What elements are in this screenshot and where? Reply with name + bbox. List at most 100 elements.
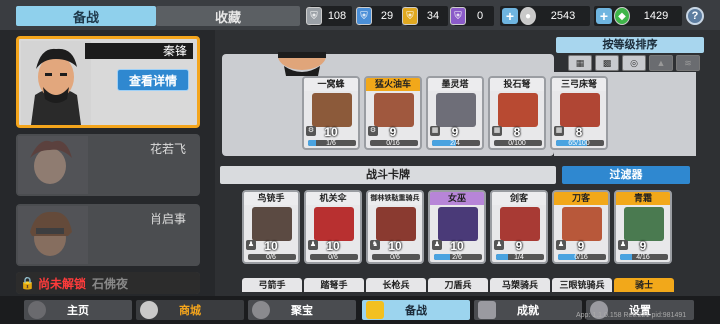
help-icon[interactable]: ?: [686, 7, 704, 25]
tower-filter-icon[interactable]: ▲: [649, 55, 673, 71]
card-count: 65/100: [568, 140, 590, 147]
sort-by-level-button[interactable]: 按等级排序: [556, 37, 704, 53]
card-art-catapult: [498, 93, 538, 127]
battle-card-partial[interactable]: 长枪兵: [366, 278, 426, 292]
battle-card[interactable]: 女巫 ♟ 10 2/6: [428, 190, 486, 264]
hero-portrait-xiaoqishi: [18, 206, 88, 264]
resource-coins: + ● 2543: [500, 6, 590, 26]
resource-silver: ⛨ 108: [306, 6, 352, 26]
card-count: 4/16: [636, 254, 650, 261]
deck-card[interactable]: 墨灵塔 ▦ 9 2/4: [426, 76, 484, 150]
cards-icon: [366, 301, 384, 319]
tab-prepare[interactable]: 备战: [16, 6, 156, 26]
card-level: 9: [577, 239, 585, 253]
filter-button[interactable]: 过滤器: [562, 166, 690, 184]
add-gems-button[interactable]: +: [596, 8, 612, 24]
battle-card[interactable]: 青霜 ♟ 9 4/16: [614, 190, 672, 264]
card-title: 刀客: [554, 192, 608, 205]
card-count: 0/6: [328, 254, 338, 261]
card-art-triple-ballista: [560, 93, 600, 127]
battle-card-partial[interactable]: 刀盾兵: [428, 278, 488, 292]
card-title: 猛火油车: [366, 78, 420, 91]
resource-purple: ⛨ 0: [450, 6, 494, 26]
battle-card-partial[interactable]: 三眼铳骑兵: [552, 278, 612, 292]
tile-filter-icon[interactable]: ▩: [595, 55, 619, 71]
view-details-button[interactable]: 查看详情: [117, 69, 189, 91]
card-art-fire-cart: [374, 93, 414, 127]
card-count: 0/16: [386, 140, 400, 147]
hero-card-locked[interactable]: 🔒 尚未解锁 石佛夜: [16, 272, 200, 294]
locked-hero-name: 石佛夜: [91, 276, 128, 291]
card-title: 墨灵塔: [428, 78, 482, 91]
coin-icon: ●: [520, 7, 536, 25]
nav-home[interactable]: 主页: [24, 300, 132, 320]
card-count: 0/6: [266, 254, 276, 261]
card-level: 10: [324, 125, 338, 139]
add-coins-button[interactable]: +: [502, 8, 518, 24]
version-text: App: 1.1.0.158 Res:221 pid:981491: [576, 312, 687, 319]
card-art-heavy-cavalry: [376, 207, 416, 241]
locked-status: 尚未解锁: [37, 276, 86, 291]
filter-icons-row: ▦ ▩ ◎ ▲ ≋: [568, 55, 700, 71]
grid-filter-icon[interactable]: ▦: [568, 55, 592, 71]
battle-card[interactable]: 刀客 ♟ 9 6/16: [552, 190, 610, 264]
battle-card-partial[interactable]: 骑士: [614, 278, 674, 292]
battle-card-partial[interactable]: 踏弩手: [304, 278, 364, 292]
battle-card[interactable]: 鸟铳手 ♟ 10 0/6: [242, 190, 300, 264]
card-art-swordsman: [500, 207, 540, 241]
card-title: 女巫: [430, 192, 484, 205]
nav-treasure[interactable]: 聚宝: [248, 300, 356, 320]
nav-achievements[interactable]: 成就: [474, 300, 582, 320]
card-level: 10: [264, 239, 278, 253]
card-art-musketeer: [252, 207, 292, 241]
battle-card[interactable]: 剑客 ♟ 9 1/4: [490, 190, 548, 264]
castle-icon: [28, 301, 46, 319]
card-title: 一窝蜂: [304, 78, 358, 91]
battle-card[interactable]: 御林铁鞑重骑兵 ♞ 10 0/6: [366, 190, 424, 264]
card-count: 2/6: [452, 254, 462, 261]
nav-prepare[interactable]: 备战: [362, 300, 470, 320]
card-level: 8: [513, 125, 521, 139]
card-art-rocket-cart: [312, 93, 352, 127]
hero-name-xiaoqishi: 肖启事: [149, 212, 186, 226]
card-title: 三弓床弩: [552, 78, 606, 91]
card-count: 0/100: [508, 140, 526, 147]
card-art-ink-tower: [436, 93, 476, 127]
nav-achievements-label: 成就: [517, 305, 539, 317]
circle-filter-icon[interactable]: ◎: [622, 55, 646, 71]
hero-portrait-qinfeng: [21, 41, 91, 125]
card-art-qingshuang: [624, 207, 664, 241]
deck-card[interactable]: 一窝蜂 ⚙ 10 1/6: [302, 76, 360, 150]
card-title: 投石弩: [490, 78, 544, 91]
card-title: 鸟铳手: [244, 192, 298, 205]
wave-filter-icon[interactable]: ≋: [676, 55, 700, 71]
card-title: 青霜: [616, 192, 670, 205]
hero-figure-partial: [278, 52, 326, 76]
resource-blue: ⛨ 29: [356, 6, 402, 26]
card-count: 6/16: [574, 254, 588, 261]
battle-card-partial[interactable]: 弓箭手: [242, 278, 302, 292]
nav-shop[interactable]: 商城: [136, 300, 244, 320]
blue-shield-icon: ⛨: [356, 7, 372, 25]
silver-shield-icon: ⛨: [306, 7, 322, 25]
hero-card-selected[interactable]: 秦锋 查看详情: [16, 36, 200, 128]
deck-card[interactable]: 猛火油车 ⚙ 9 0/16: [364, 76, 422, 150]
deck-card[interactable]: 投石弩 ▦ 8 0/100: [488, 76, 546, 150]
deck-card[interactable]: 三弓床弩 ▦ 8 65/100: [550, 76, 608, 150]
card-title: 机关伞: [306, 192, 360, 205]
card-count: 0/6: [390, 254, 400, 261]
hero-card-huaruofei[interactable]: 花若飞: [16, 134, 200, 196]
trophy-icon: [478, 301, 496, 319]
hero-card-xiaoqishi[interactable]: 肖启事: [16, 204, 200, 266]
nav-home-label: 主页: [67, 305, 89, 317]
nav-shop-label: 商城: [179, 305, 201, 317]
card-level: 10: [388, 239, 402, 253]
card-count: 1/6: [326, 140, 336, 147]
battle-card-partial[interactable]: 马槊骑兵: [490, 278, 550, 292]
card-level: 10: [326, 239, 340, 253]
card-title: 剑客: [492, 192, 546, 205]
coin-icon: [140, 301, 158, 319]
tab-collection[interactable]: 收藏: [156, 6, 300, 26]
battle-card[interactable]: 机关伞 ♟ 10 0/6: [304, 190, 362, 264]
card-level: 9: [451, 125, 459, 139]
